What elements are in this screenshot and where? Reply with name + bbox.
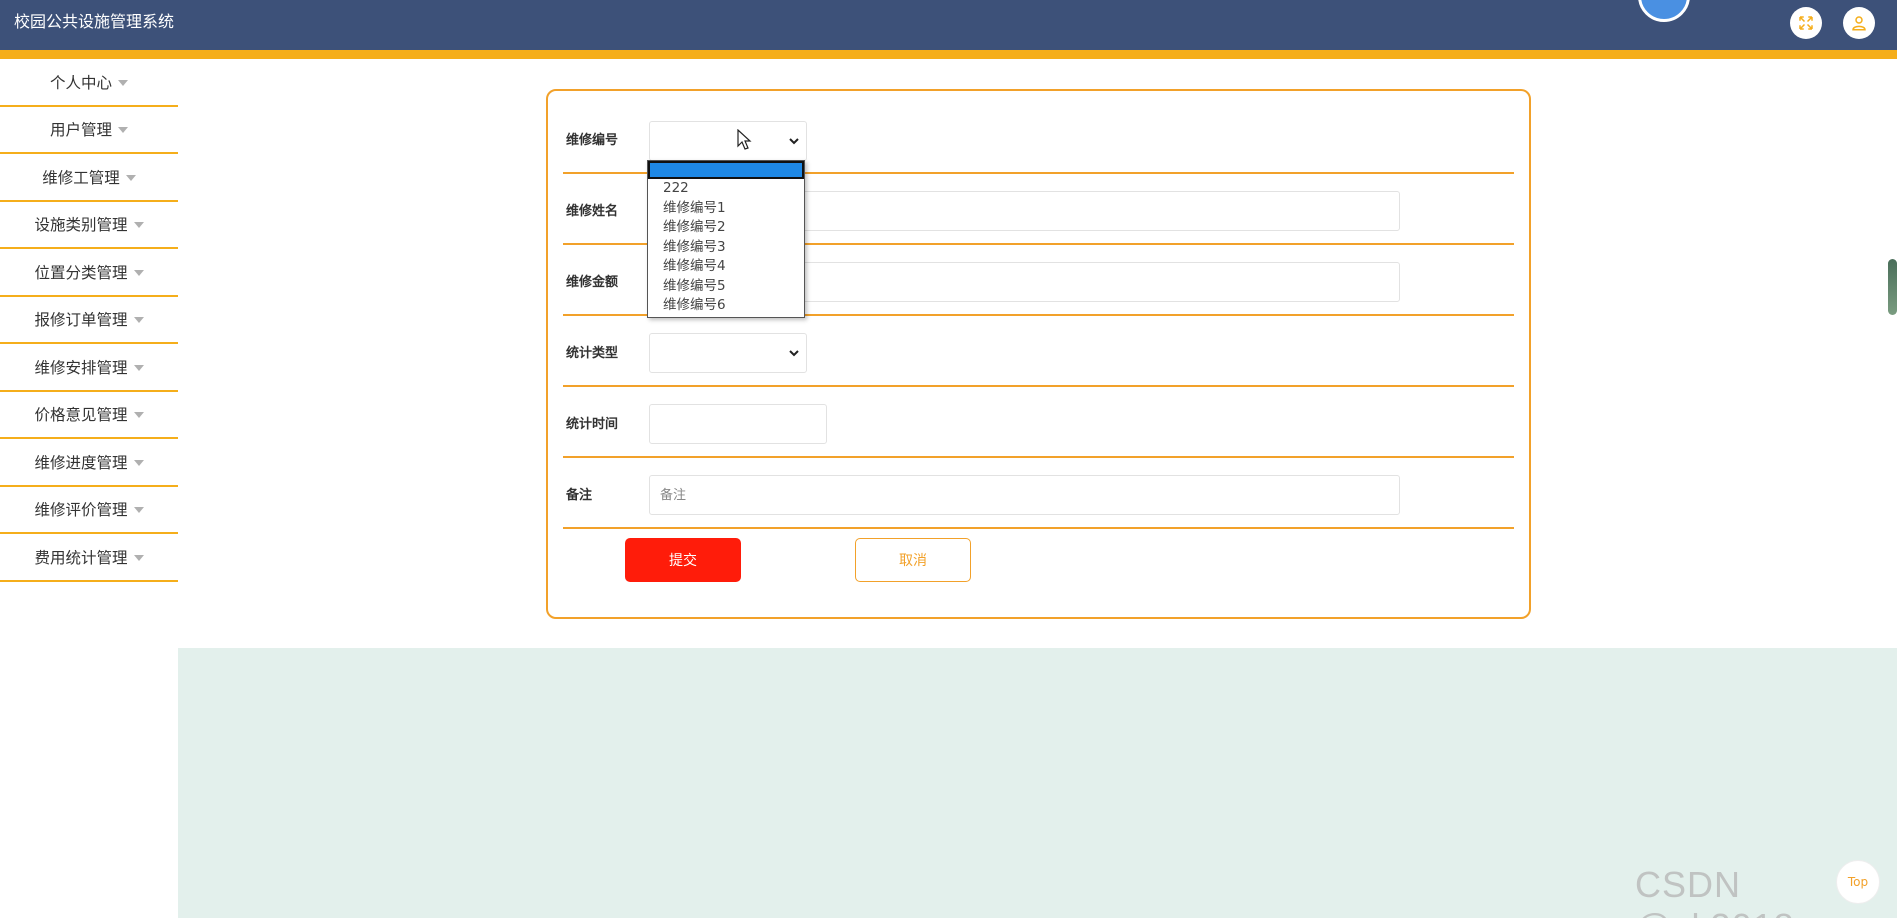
sidebar-item-cost-statistics[interactable]: 费用统计管理 xyxy=(0,534,178,582)
sidebar-item-label: 维修安排管理 xyxy=(34,358,128,377)
sidebar-item-label: 用户管理 xyxy=(49,121,112,140)
sidebar: 个人中心 用户管理 维修工管理 设施类别管理 位置分类管理 报修订单管理 维修安… xyxy=(0,59,178,918)
sidebar-item-facility-category[interactable]: 设施类别管理 xyxy=(0,202,178,249)
chevron-down-icon xyxy=(789,138,799,145)
sidebar-item-label: 费用统计管理 xyxy=(34,548,128,567)
sidebar-item-label: 位置分类管理 xyxy=(34,263,128,282)
cancel-button[interactable]: 取消 xyxy=(855,538,971,582)
cursor-icon xyxy=(737,129,752,150)
field-label: 维修编号 xyxy=(566,133,619,148)
form-row-stat-type: 统计类型 xyxy=(563,316,1514,387)
sidebar-item-label: 维修进度管理 xyxy=(34,453,128,472)
form-row-remark: 备注 xyxy=(563,458,1514,529)
dropdown-option[interactable]: 222 xyxy=(648,179,804,199)
dropdown-option[interactable]: 维修编号2 xyxy=(648,218,804,238)
sidebar-item-location-category[interactable]: 位置分类管理 xyxy=(0,249,178,297)
scrollbar-thumb[interactable] xyxy=(1888,259,1897,315)
top-header: 校园公共设施管理系统 xyxy=(0,0,1897,50)
caret-down-icon xyxy=(133,507,144,514)
dropdown-option[interactable]: 维修编号3 xyxy=(648,238,804,258)
caret-down-icon xyxy=(133,364,144,371)
sidebar-item-label: 设施类别管理 xyxy=(34,216,128,235)
dropdown-option[interactable] xyxy=(648,161,804,179)
sidebar-item-label: 价格意见管理 xyxy=(34,406,128,425)
sidebar-item-repair-arrangement[interactable]: 维修安排管理 xyxy=(0,344,178,392)
field-label: 维修姓名 xyxy=(566,204,619,219)
field-label: 统计类型 xyxy=(566,346,619,361)
field-label: 备注 xyxy=(566,488,593,503)
field-label: 维修金额 xyxy=(566,275,619,290)
caret-down-icon xyxy=(125,174,136,181)
field-label: 统计时间 xyxy=(566,417,619,432)
header-decoration xyxy=(1638,0,1690,22)
dropdown-option[interactable]: 维修编号6 xyxy=(648,296,804,316)
fullscreen-icon xyxy=(1799,16,1813,30)
caret-down-icon xyxy=(133,222,144,229)
caret-down-icon xyxy=(133,317,144,324)
user-button[interactable] xyxy=(1843,7,1875,39)
sidebar-item-personal-center[interactable]: 个人中心 xyxy=(0,59,178,107)
caret-down-icon xyxy=(118,79,128,86)
fullscreen-button[interactable] xyxy=(1790,7,1822,39)
header-accent-stripe xyxy=(0,50,1897,59)
stat-time-input[interactable] xyxy=(649,404,827,444)
repair-no-dropdown-list: 222 维修编号1 维修编号2 维修编号3 维修编号4 维修编号5 维修编号6 xyxy=(647,160,805,318)
dropdown-option[interactable]: 维修编号4 xyxy=(648,257,804,277)
sidebar-item-label: 维修评价管理 xyxy=(34,501,128,520)
sidebar-item-label: 个人中心 xyxy=(49,73,112,92)
submit-button[interactable]: 提交 xyxy=(625,538,741,582)
dropdown-option[interactable]: 维修编号5 xyxy=(648,277,804,297)
sidebar-item-repair-evaluation[interactable]: 维修评价管理 xyxy=(0,487,178,534)
user-icon xyxy=(1852,16,1866,31)
caret-down-icon xyxy=(133,412,144,419)
caret-down-icon xyxy=(133,269,144,276)
stat-type-select[interactable] xyxy=(649,333,807,373)
watermark: CSDN @ck3018 xyxy=(1635,864,1794,918)
sidebar-item-label: 维修工管理 xyxy=(42,168,120,187)
remark-input[interactable] xyxy=(649,475,1400,515)
repair-no-select[interactable] xyxy=(649,121,807,161)
sidebar-item-price-feedback[interactable]: 价格意见管理 xyxy=(0,392,178,439)
caret-down-icon xyxy=(133,459,144,466)
form-row-stat-time: 统计时间 xyxy=(563,387,1514,458)
app-title: 校园公共设施管理系统 xyxy=(14,12,175,31)
caret-down-icon xyxy=(133,554,144,561)
chevron-down-icon xyxy=(789,350,799,357)
sidebar-item-user-management[interactable]: 用户管理 xyxy=(0,107,178,154)
caret-down-icon xyxy=(118,127,128,134)
sidebar-item-repair-progress[interactable]: 维修进度管理 xyxy=(0,439,178,487)
sidebar-item-repair-orders[interactable]: 报修订单管理 xyxy=(0,297,178,344)
dropdown-option[interactable]: 维修编号1 xyxy=(648,199,804,219)
sidebar-item-label: 报修订单管理 xyxy=(34,311,128,330)
sidebar-item-repairer-management[interactable]: 维修工管理 xyxy=(0,154,178,202)
